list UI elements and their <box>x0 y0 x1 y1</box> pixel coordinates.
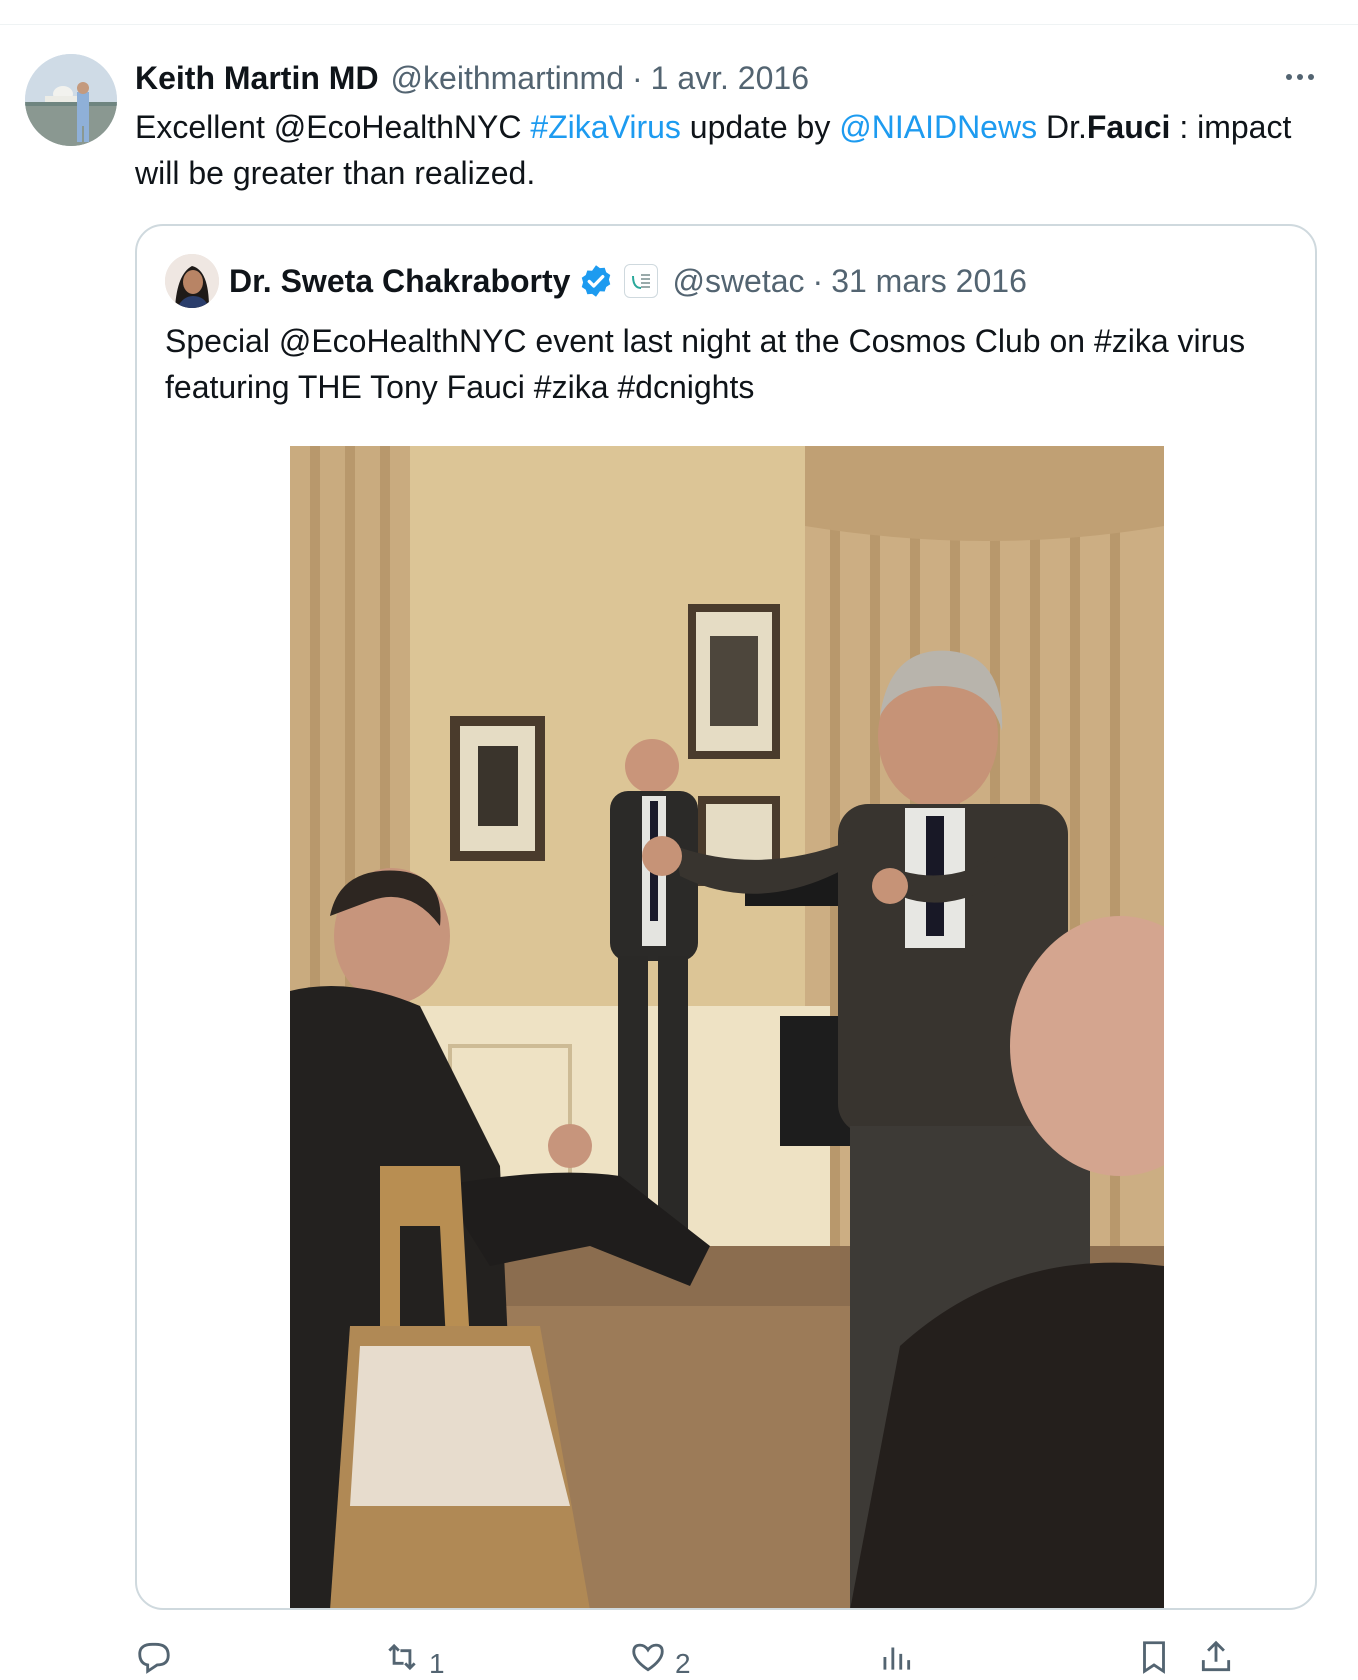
post-text: Excellent @EcoHealthNYC #ZikaVirus updat… <box>135 104 1315 196</box>
post-header: Keith Martin MD @keithmartinmd · 1 avr. … <box>135 56 809 100</box>
repost-icon <box>388 1643 416 1671</box>
reply-button[interactable] <box>135 1638 181 1674</box>
repost-count: 1 <box>429 1648 445 1679</box>
quoted-author-handle[interactable]: @swetac <box>672 263 804 300</box>
views-button[interactable] <box>877 1638 923 1674</box>
post-text-bold: Fauci <box>1086 109 1171 145</box>
mention-link[interactable]: @NIAIDNews <box>839 109 1037 145</box>
quoted-post-date[interactable]: 31 mars 2016 <box>831 263 1027 300</box>
post-text-part: update by <box>680 109 840 145</box>
quoted-header-separator: · <box>812 262 824 299</box>
verified-icon[interactable] <box>578 263 614 299</box>
quoted-post-card[interactable]: Dr. Sweta Chakraborty @swetac · 31 mars … <box>135 224 1317 1610</box>
share-icon <box>1201 1640 1231 1672</box>
top-divider <box>0 24 1358 25</box>
post-date[interactable]: 1 avr. 2016 <box>651 60 809 97</box>
post-text-part: Dr. <box>1037 109 1087 145</box>
bookmark-button[interactable] <box>1135 1638 1173 1674</box>
event-photo-image <box>290 446 1164 1608</box>
bookmark-icon <box>1143 1641 1165 1674</box>
share-button[interactable] <box>1197 1638 1235 1674</box>
affiliate-badge-icon[interactable] <box>624 264 659 298</box>
author-handle[interactable]: @keithmartinmd <box>391 60 624 97</box>
repost-button[interactable]: 1 <box>383 1638 445 1679</box>
quoted-post-text: Special @EcoHealthNYC event last night a… <box>165 323 1246 405</box>
quoted-author-name[interactable]: Dr. Sweta Chakraborty <box>229 263 570 300</box>
quoted-author-avatar[interactable] <box>165 254 219 308</box>
like-count: 2 <box>675 1648 691 1679</box>
quoted-header: Dr. Sweta Chakraborty @swetac · 31 mars … <box>229 256 1027 306</box>
more-icon[interactable] <box>1275 62 1325 92</box>
post-text-part: Excellent @EcoHealthNYC <box>135 109 531 145</box>
quoted-post-photo[interactable] <box>290 446 1164 1608</box>
action-bar: 1 2 <box>135 1638 1335 1679</box>
hashtag-link[interactable]: #ZikaVirus <box>530 109 681 145</box>
author-name[interactable]: Keith Martin MD <box>135 60 379 97</box>
reply-icon <box>138 1642 170 1674</box>
like-icon <box>632 1643 664 1672</box>
author-avatar-image <box>25 54 117 146</box>
views-icon <box>883 1647 911 1670</box>
header-separator: · <box>631 59 643 96</box>
quoted-author-avatar-image <box>165 254 219 308</box>
like-button[interactable]: 2 <box>629 1638 691 1679</box>
author-avatar[interactable] <box>25 54 117 146</box>
